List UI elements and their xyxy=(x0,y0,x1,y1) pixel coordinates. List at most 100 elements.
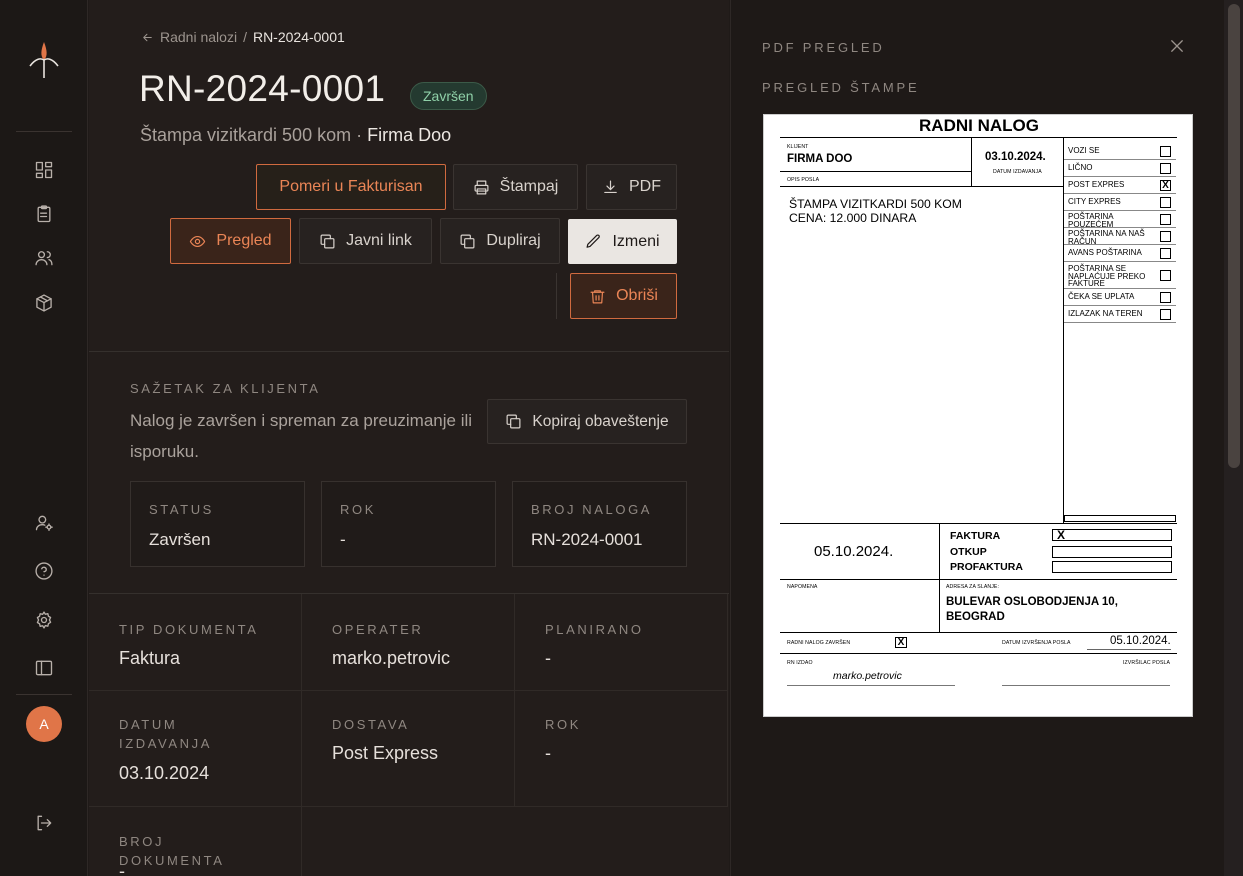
sidebar-item-user-settings[interactable] xyxy=(30,509,58,537)
help-icon xyxy=(35,562,53,580)
detail-label: TIP DOKUMENTA xyxy=(119,622,259,637)
button-divider xyxy=(556,273,557,319)
summary-text: Nalog je završen i spreman za preuzimanj… xyxy=(130,411,473,461)
gear-icon xyxy=(36,611,52,629)
edit-button[interactable]: Izmeni xyxy=(568,219,677,264)
print-button[interactable]: Štampaj xyxy=(453,164,578,210)
doc-rule xyxy=(780,186,1063,187)
sidebar-divider xyxy=(16,694,72,695)
move-to-invoiced-button[interactable]: Pomeri u Fakturisan xyxy=(256,164,446,210)
pdf-label: PDF xyxy=(629,178,661,195)
panel-scrollbar[interactable] xyxy=(1224,0,1243,876)
sidebar-item-dashboard[interactable] xyxy=(30,156,58,184)
sidebar-item-settings[interactable] xyxy=(30,606,58,634)
page-title: RN-2024-0001 xyxy=(139,68,386,109)
card-value: - xyxy=(340,530,346,549)
option-row: POST EXPRES X xyxy=(1064,177,1176,194)
panel-title: PDF PREGLED xyxy=(762,40,885,55)
breadcrumb-current: RN-2024-0001 xyxy=(252,29,345,45)
option-label: IZLAZAK NA TEREN xyxy=(1068,309,1143,318)
doc-empty-box xyxy=(1064,515,1176,522)
description-label: OPIS POSLA xyxy=(787,177,820,183)
doc-title: RADNI NALOG xyxy=(919,116,1039,135)
option-row: AVANS POŠTARINA xyxy=(1064,245,1176,262)
summary-card-order-number: BROJ NALOGA RN-2024-0001 xyxy=(512,481,687,567)
logout-button[interactable] xyxy=(30,809,58,837)
card-label: BROJ NALOGA xyxy=(531,502,653,517)
preview-button[interactable]: Pregled xyxy=(170,218,291,264)
preview-label: Pregled xyxy=(216,232,272,249)
logout-icon xyxy=(37,815,52,831)
option-checkbox xyxy=(1160,270,1171,281)
detail-operator: OPERATER marko.petrovic xyxy=(302,594,515,691)
scroll-thumb[interactable] xyxy=(1228,4,1240,468)
copy-notice-button[interactable]: Kopiraj obaveštenje xyxy=(487,399,687,444)
download-icon xyxy=(604,180,617,193)
doc-type-box: X xyxy=(1052,529,1172,541)
detail-delivery: DOSTAVA Post Express xyxy=(302,691,515,807)
detail-value: marko.petrovic xyxy=(332,648,451,668)
delete-label: Obriši xyxy=(616,287,658,304)
detail-value: Faktura xyxy=(119,648,181,668)
option-checkbox xyxy=(1160,163,1171,174)
pencil-icon xyxy=(586,234,601,248)
user-cog-icon xyxy=(35,515,53,531)
option-row: ČEKA SE UPLATA xyxy=(1064,289,1176,306)
avatar[interactable]: A xyxy=(26,706,62,742)
pdf-button[interactable]: PDF xyxy=(586,164,677,210)
detail-label: DATUM IZDAVANJA xyxy=(119,717,212,751)
order-subtitle: Štampa vizitkardi 500 kom · Firma Doo xyxy=(140,125,451,146)
doc-rule xyxy=(939,523,940,633)
detail-deadline: ROK - xyxy=(515,691,728,807)
sidebar-item-help[interactable] xyxy=(30,557,58,585)
sidebar-item-clients[interactable] xyxy=(30,244,58,272)
option-row: POŠTARINA NA NAŠ RAČUN xyxy=(1064,228,1176,245)
signature-line xyxy=(1002,685,1170,686)
duplicate-button[interactable]: Dupliraj xyxy=(440,218,560,264)
doc-rule xyxy=(780,523,1177,524)
option-row: IZLAZAK NA TEREN xyxy=(1064,306,1176,323)
doc-rule xyxy=(780,579,1177,580)
doc-type-label: PROFAKTURA xyxy=(950,561,1023,573)
panel-subtitle: PREGLED ŠTAMPE xyxy=(762,80,920,95)
delete-button[interactable]: Obriši xyxy=(570,273,677,319)
option-checkbox xyxy=(1160,292,1171,303)
doc-type-box xyxy=(1052,546,1172,558)
doc-rule xyxy=(971,138,972,186)
copy-icon xyxy=(506,414,521,429)
move-to-invoiced-label: Pomeri u Fakturisan xyxy=(279,178,423,195)
status-badge: Završen xyxy=(410,82,487,110)
breadcrumb-separator: / xyxy=(243,29,247,45)
detail-document-number: BROJ DOKUMENTA - xyxy=(89,807,302,876)
summary-card-status: STATUS Završen xyxy=(130,481,305,567)
option-label: AVANS POŠTARINA xyxy=(1068,248,1142,257)
card-value: Završen xyxy=(149,530,211,549)
close-button[interactable] xyxy=(1168,37,1186,55)
card-value: RN-2024-0001 xyxy=(531,530,643,549)
clipboard-icon xyxy=(37,205,51,223)
copy-icon xyxy=(320,234,335,248)
print-preview-document: RADNI NALOG KLIJENT FIRMA DOO 03.10.2024… xyxy=(763,114,1193,717)
app-logo-icon[interactable] xyxy=(26,40,62,80)
dashboard-icon xyxy=(35,161,53,179)
breadcrumb-parent[interactable]: Radni nalozi xyxy=(160,29,237,45)
issue-date: 03.10.2024. xyxy=(985,151,1046,163)
option-checkbox xyxy=(1160,231,1171,242)
sidebar-item-work-orders[interactable] xyxy=(30,200,58,228)
option-checkbox xyxy=(1160,146,1171,157)
detail-planned: PLANIRANO - xyxy=(515,594,728,691)
sidebar-item-products[interactable] xyxy=(30,289,58,317)
doc-rule xyxy=(780,171,971,172)
duplicate-icon xyxy=(460,234,475,248)
sidebar-toggle[interactable] xyxy=(30,654,58,682)
sidebar-divider xyxy=(16,131,72,132)
detail-label: DOSTAVA xyxy=(332,717,410,732)
detail-issue-date: DATUM IZDAVANJA 03.10.2024 xyxy=(89,691,302,807)
summary-card-deadline: ROK - xyxy=(321,481,496,567)
public-link-button[interactable]: Javni link xyxy=(299,218,432,264)
order-client: Firma Doo xyxy=(367,125,452,145)
option-label: POŠTARINA POUZEĆEM xyxy=(1068,212,1114,229)
option-label: POST EXPRES xyxy=(1068,180,1125,189)
order-description: Štampa vizitkardi 500 kom · xyxy=(140,125,363,145)
address-label: ADRESA ZA SLANJE: xyxy=(946,584,1000,590)
